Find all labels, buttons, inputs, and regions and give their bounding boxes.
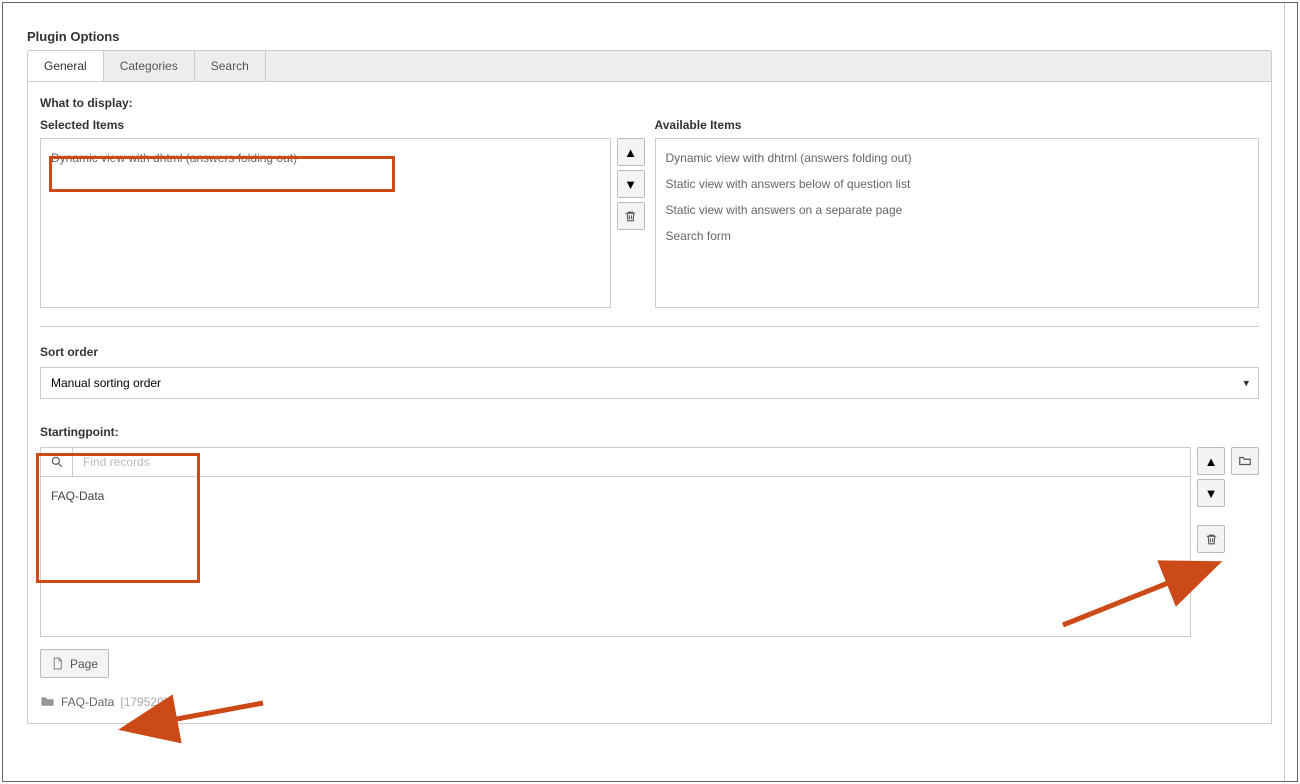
startingpoint-result: FAQ-Data [179520] <box>40 694 1259 709</box>
folder-icon <box>40 694 55 709</box>
record-move-down-button[interactable]: ▼ <box>1197 479 1225 507</box>
result-id: [179520] <box>120 695 167 709</box>
records-list[interactable]: FAQ-Data <box>40 477 1191 637</box>
result-label: FAQ-Data <box>61 695 114 709</box>
trash-icon <box>1205 533 1218 546</box>
triangle-up-icon: ▲ <box>1205 454 1218 469</box>
list-item[interactable]: Dynamic view with dhtml (answers folding… <box>664 145 1251 171</box>
selected-items-list[interactable]: Dynamic view with dhtml (answers folding… <box>40 138 611 308</box>
search-icon <box>41 448 73 476</box>
tab-search[interactable]: Search <box>195 51 266 81</box>
list-item[interactable]: Static view with answers below of questi… <box>664 171 1251 197</box>
record-move-up-button[interactable]: ▲ <box>1197 447 1225 475</box>
delete-button[interactable] <box>617 202 645 230</box>
triangle-down-icon: ▼ <box>624 177 637 192</box>
what-to-display-label: What to display: <box>40 96 1259 110</box>
folder-icon <box>1238 454 1252 468</box>
plugin-options-title: Plugin Options <box>27 29 1272 44</box>
triangle-down-icon: ▼ <box>1205 486 1218 501</box>
move-down-button[interactable]: ▼ <box>617 170 645 198</box>
trash-icon <box>624 210 637 223</box>
list-item[interactable]: FAQ-Data <box>51 487 1180 505</box>
list-item[interactable]: Dynamic view with dhtml (answers folding… <box>49 145 602 171</box>
record-delete-button[interactable] <box>1197 525 1225 553</box>
sort-order-select[interactable]: Manual sorting order <box>40 367 1259 399</box>
list-item[interactable]: Static view with answers on a separate p… <box>664 197 1251 223</box>
tab-general[interactable]: General <box>28 51 104 81</box>
browse-folder-button[interactable] <box>1231 447 1259 475</box>
available-items-list[interactable]: Dynamic view with dhtml (answers folding… <box>655 138 1260 308</box>
selected-items-label: Selected Items <box>40 118 645 132</box>
triangle-up-icon: ▲ <box>624 145 637 160</box>
list-item[interactable]: Search form <box>664 223 1251 249</box>
inner-wrap: Plugin Options General Categories Search… <box>15 3 1285 781</box>
page-icon <box>51 656 64 671</box>
available-items-label: Available Items <box>655 118 1260 132</box>
tab-categories[interactable]: Categories <box>104 51 195 81</box>
page-button-label: Page <box>70 657 98 671</box>
startingpoint-label: Startingpoint: <box>40 425 1259 439</box>
tabs: General Categories Search <box>27 50 1272 82</box>
divider <box>40 326 1259 327</box>
sort-order-label: Sort order <box>40 345 1259 359</box>
find-records-input[interactable] <box>73 448 1190 476</box>
page-button[interactable]: Page <box>40 649 109 678</box>
general-panel: What to display: Selected Items Dynamic … <box>27 82 1272 724</box>
app-frame: Plugin Options General Categories Search… <box>2 2 1298 782</box>
move-up-button[interactable]: ▲ <box>617 138 645 166</box>
